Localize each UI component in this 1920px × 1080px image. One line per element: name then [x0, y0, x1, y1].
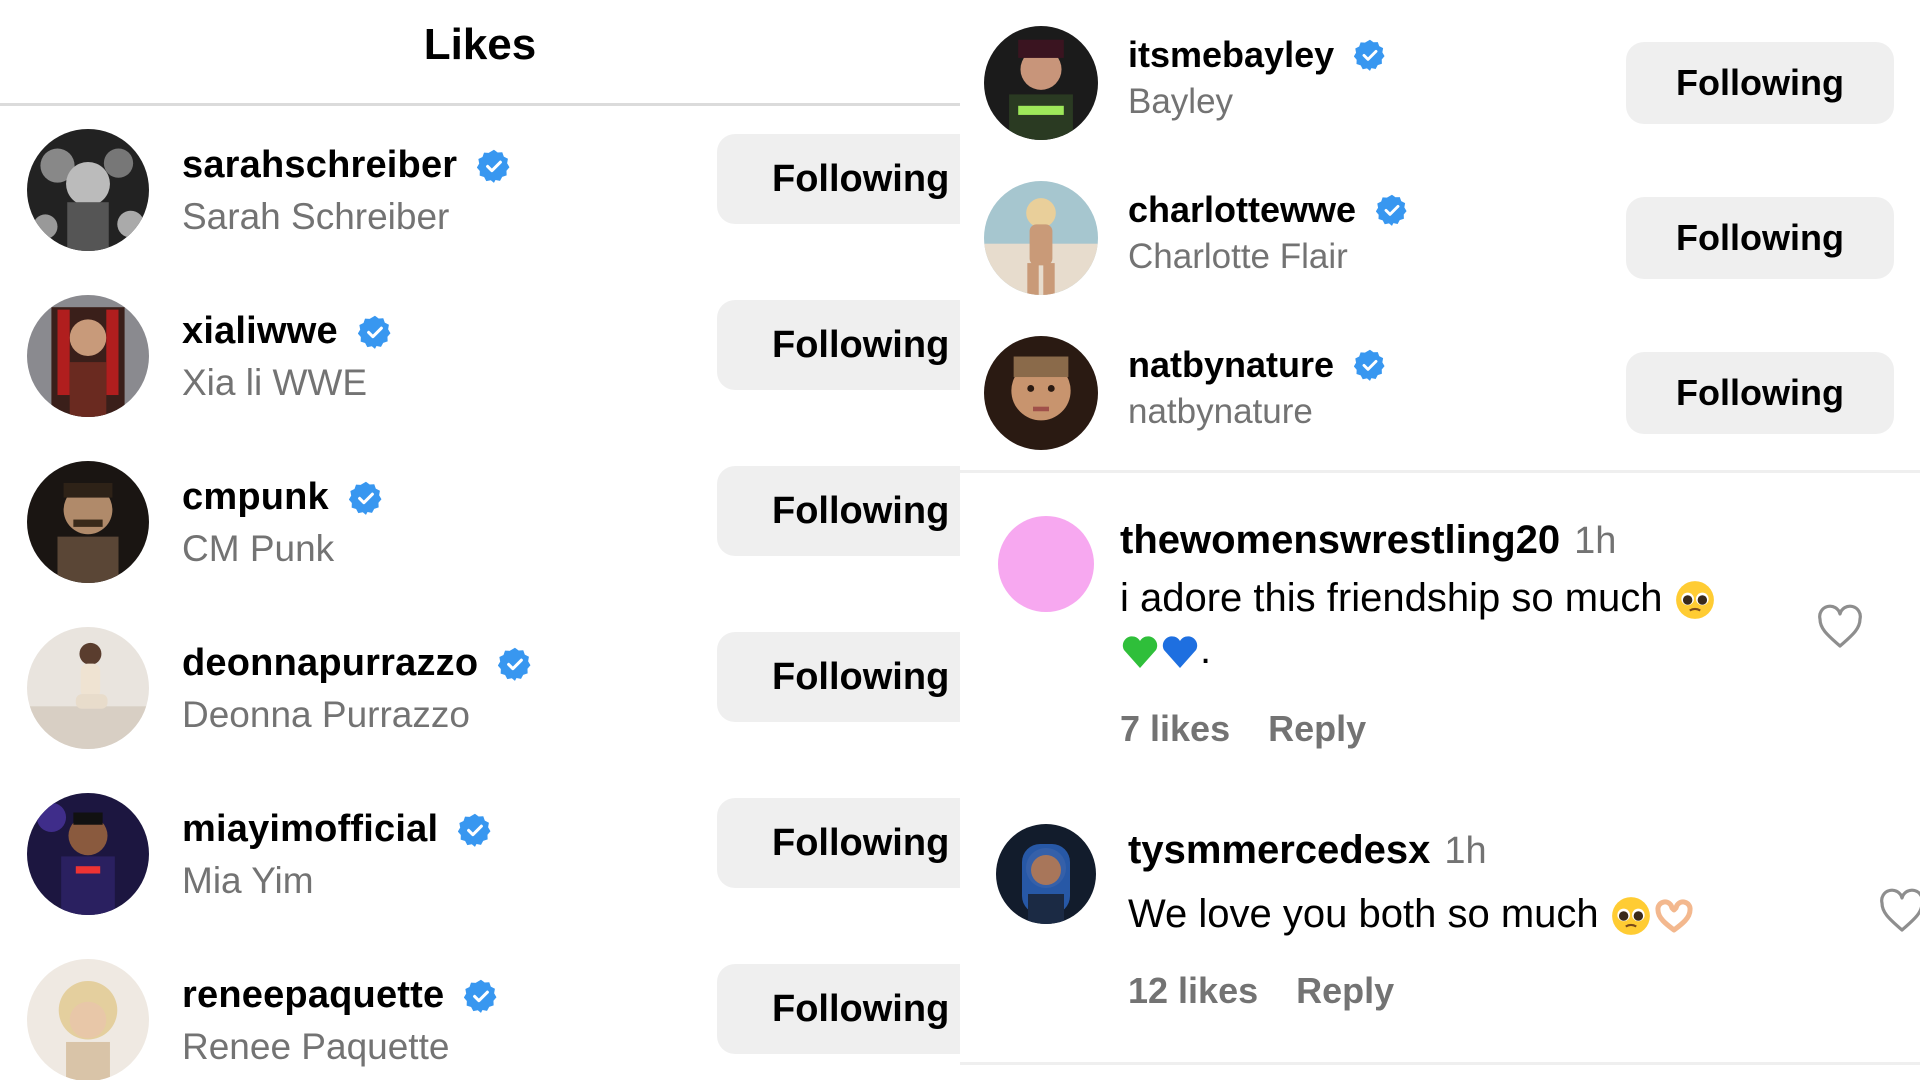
comment-likes-count[interactable]: 7 likes — [1120, 708, 1230, 750]
likes-header: Likes — [0, 0, 960, 106]
verified-badge-icon — [477, 149, 511, 183]
divider — [960, 470, 1920, 473]
avatar[interactable] — [27, 627, 149, 749]
avatar[interactable] — [27, 129, 149, 251]
following-button[interactable]: Following — [717, 134, 960, 224]
username[interactable]: deonnapurrazzo — [182, 642, 478, 685]
full-name: natbynature — [1128, 392, 1313, 431]
avatar[interactable] — [984, 26, 1098, 140]
pleading-face-emoji — [1611, 897, 1650, 936]
full-name: Renee Paquette — [182, 1026, 450, 1067]
comment: tysmmercedesx 1h We love you both so muc… — [960, 810, 1920, 1040]
following-button[interactable]: Following — [1626, 352, 1894, 434]
like-list-item[interactable]: cmpunk CM Punk Following — [0, 440, 960, 606]
comment-username[interactable]: thewomenswrestling20 — [1120, 518, 1560, 563]
reply-button[interactable]: Reply — [1268, 708, 1366, 750]
username[interactable]: miayimofficial — [182, 808, 438, 851]
like-list-item[interactable]: itsmebayley Bayley Following — [960, 0, 1920, 155]
like-list-item[interactable]: natbynature natbynature Following — [960, 310, 1920, 465]
avatar[interactable] — [27, 461, 149, 583]
like-list-item[interactable]: deonnapurrazzo Deonna Purrazzo Following — [0, 606, 960, 772]
comment-text-line: . — [1200, 628, 1212, 672]
divider — [960, 1062, 1920, 1065]
username[interactable]: charlottewwe — [1128, 189, 1356, 231]
like-list-item[interactable]: miayimofficial Mia Yim Following — [0, 772, 960, 938]
verified-badge-icon — [458, 813, 492, 847]
verified-badge-icon — [1354, 349, 1386, 381]
following-button[interactable]: Following — [717, 300, 960, 390]
verified-badge-icon — [464, 979, 498, 1013]
verified-badge-icon — [349, 481, 383, 515]
following-button[interactable]: Following — [717, 632, 960, 722]
avatar[interactable] — [27, 959, 149, 1080]
full-name: Mia Yim — [182, 860, 314, 901]
full-name: Deonna Purrazzo — [182, 694, 470, 735]
green-heart-emoji — [1122, 636, 1158, 669]
page-title: Likes — [423, 20, 537, 69]
heart-icon[interactable] — [1878, 888, 1920, 934]
full-name: Charlotte Flair — [1128, 237, 1348, 276]
verified-badge-icon — [358, 315, 392, 349]
like-list-item[interactable]: xialiwwe Xia li WWE Following — [0, 274, 960, 440]
full-name: Sarah Schreiber — [182, 196, 450, 237]
verified-badge-icon — [498, 647, 532, 681]
avatar[interactable] — [984, 336, 1098, 450]
like-list-item[interactable]: reneepaquette Renee Paquette Following — [0, 938, 960, 1080]
verified-badge-icon — [1376, 194, 1408, 226]
comment: thewomenswrestling20 1h i adore this fri… — [960, 500, 1920, 770]
comment-username[interactable]: tysmmercedesx — [1128, 828, 1430, 873]
following-button[interactable]: Following — [1626, 42, 1894, 124]
comment-timestamp: 1h — [1444, 830, 1487, 872]
blue-heart-emoji — [1162, 636, 1198, 669]
following-button[interactable]: Following — [717, 798, 960, 888]
username[interactable]: reneepaquette — [182, 974, 444, 1017]
pleading-face-emoji — [1675, 581, 1714, 620]
comments-panel: itsmebayley Bayley Following charlotteww… — [960, 0, 1920, 1080]
avatar[interactable] — [984, 181, 1098, 295]
username[interactable]: sarahschreiber — [182, 144, 457, 187]
avatar[interactable] — [996, 824, 1096, 924]
following-button[interactable]: Following — [717, 466, 960, 556]
username[interactable]: xialiwwe — [182, 310, 338, 353]
avatar[interactable] — [998, 516, 1094, 612]
full-name: Bayley — [1128, 82, 1234, 121]
username[interactable]: natbynature — [1128, 344, 1334, 386]
likes-panel: Likes sarahschreiber Sarah Schreiber Fol… — [0, 0, 960, 1080]
like-list-item[interactable]: sarahschreiber Sarah Schreiber Following — [0, 108, 960, 274]
following-button[interactable]: Following — [1626, 197, 1894, 279]
avatar[interactable] — [27, 793, 149, 915]
username[interactable]: itsmebayley — [1128, 34, 1334, 76]
full-name: CM Punk — [182, 528, 335, 569]
heart-icon[interactable] — [1816, 604, 1864, 650]
comment-text: We love you both so much — [1128, 888, 1788, 940]
like-list-item[interactable]: charlottewwe Charlotte Flair Following — [960, 155, 1920, 310]
comment-text-line: We love you both so much — [1128, 892, 1599, 936]
reply-button[interactable]: Reply — [1296, 970, 1394, 1012]
comment-likes-count[interactable]: 12 likes — [1128, 970, 1258, 1012]
comment-timestamp: 1h — [1574, 520, 1617, 562]
following-button[interactable]: Following — [717, 964, 960, 1054]
comment-text-line: i adore this friendship so much — [1120, 576, 1663, 620]
verified-badge-icon — [1354, 39, 1386, 71]
username[interactable]: cmpunk — [182, 476, 329, 519]
comment-text: i adore this friendship so much . — [1120, 572, 1780, 676]
avatar[interactable] — [27, 295, 149, 417]
full-name: Xia li WWE — [182, 362, 367, 403]
heart-hands-emoji — [1655, 899, 1693, 933]
